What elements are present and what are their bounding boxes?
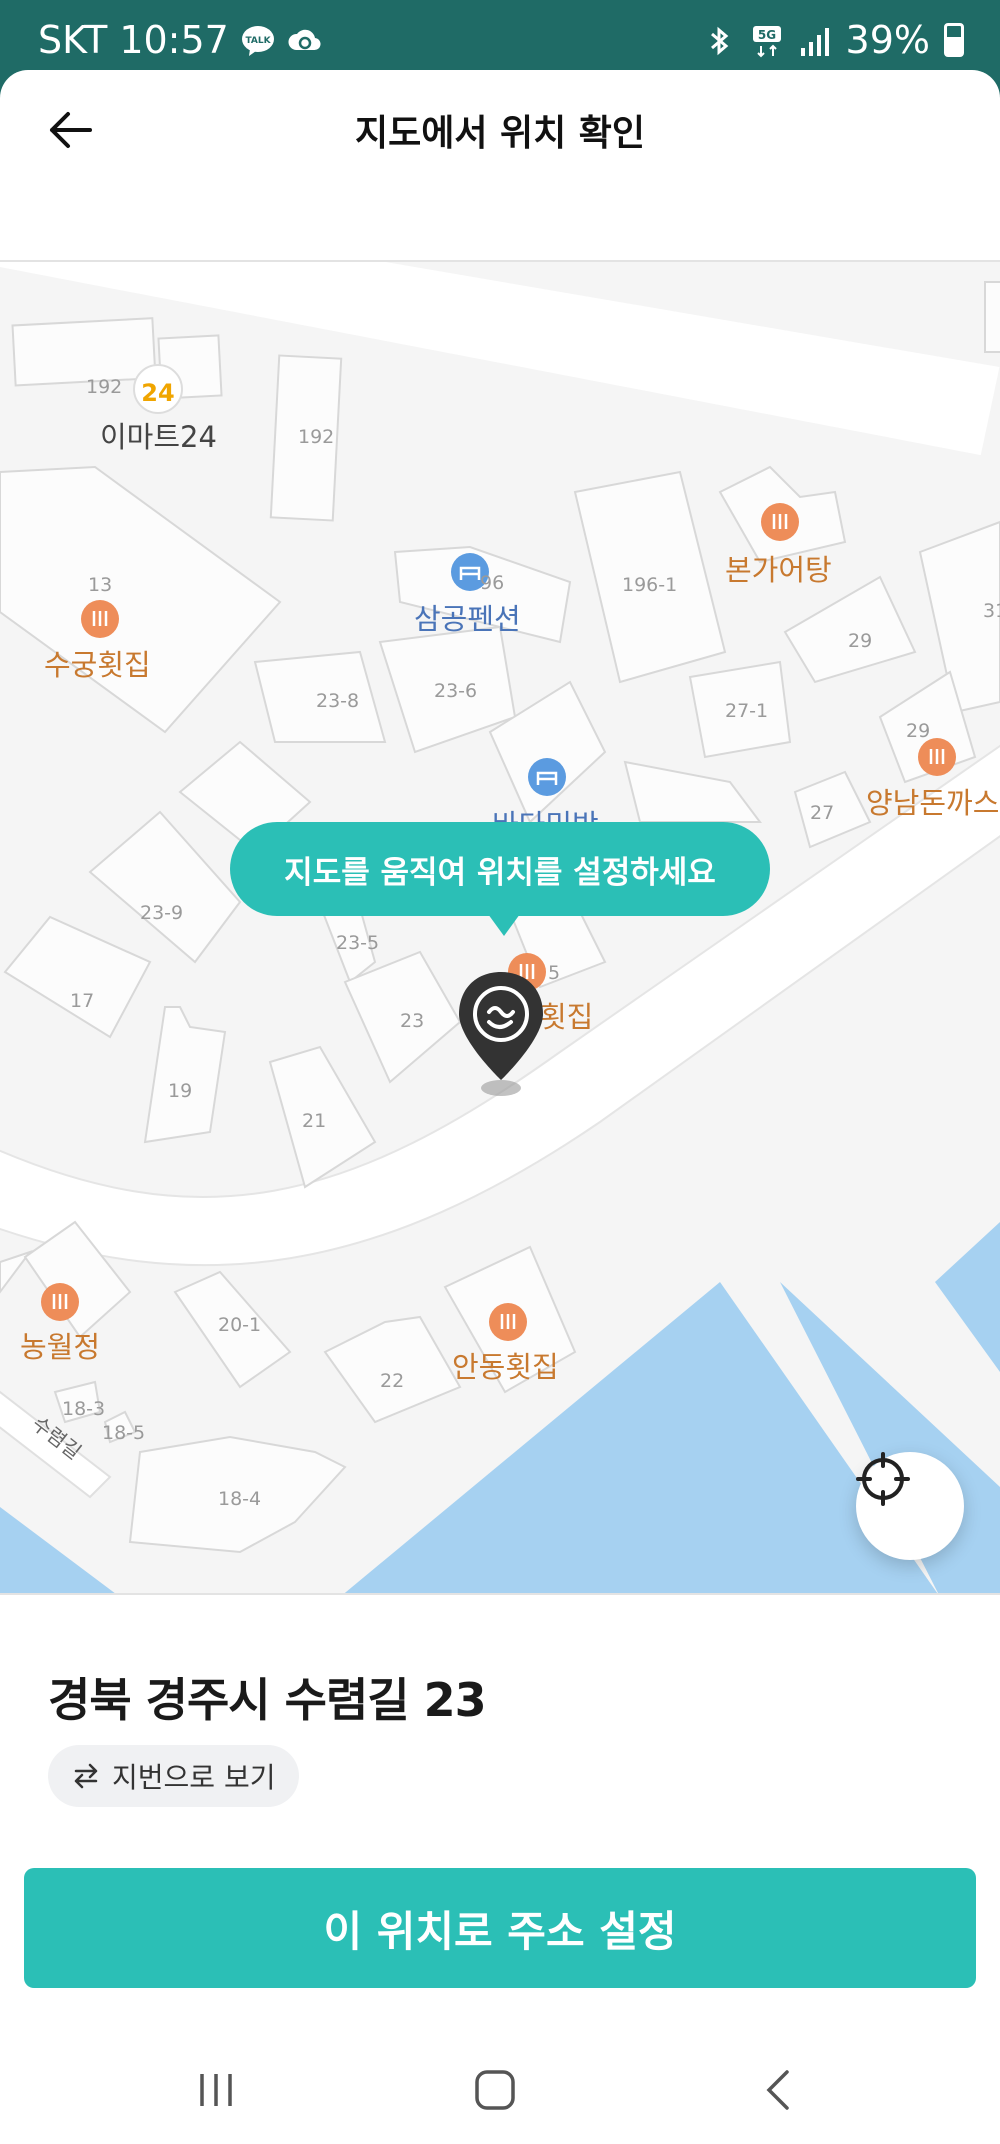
kakaotalk-icon: TALK: [241, 23, 275, 57]
building-number: 192: [298, 426, 335, 448]
cloud-sync-icon: [287, 23, 321, 57]
building-number: 17: [70, 990, 95, 1012]
bluetooth-icon: [702, 23, 736, 57]
building-number: 96: [480, 572, 505, 594]
poi-label[interactable]: 삼공펜션: [414, 596, 521, 638]
set-address-button[interactable]: 이 위치로 주소 설정: [24, 1868, 976, 1988]
building-number: 29: [906, 720, 931, 742]
talk-badge-text: TALK: [245, 36, 271, 46]
recent-apps-button[interactable]: [186, 2060, 246, 2120]
building-number: 18-4: [218, 1488, 262, 1510]
poi-label[interactable]: 농월정: [20, 1324, 100, 1366]
battery-percent: 39%: [845, 18, 930, 62]
building-number: 21: [302, 1110, 327, 1132]
emart24-logo: 24: [133, 364, 183, 414]
building-number: 23: [400, 1010, 425, 1032]
chevron-left-icon: [766, 2070, 789, 2110]
building-number: 27: [810, 802, 835, 824]
building-number: 13: [88, 574, 113, 596]
map-pin-icon: [459, 972, 543, 1096]
signal-icon: [798, 23, 832, 57]
building-number: 23-6: [434, 680, 478, 702]
building-number: 196-1: [622, 574, 678, 596]
building-number: 23-5: [336, 932, 380, 954]
poi-label[interactable]: 이마트24: [100, 414, 217, 456]
road-address: 경북 경주시 수렴길 23: [48, 1673, 487, 1727]
page-title: 지도에서 위치 확인: [354, 113, 646, 154]
poi-label[interactable]: 횟집: [540, 994, 593, 1036]
current-location-button[interactable]: [856, 1452, 964, 1560]
time-text: 10:57: [119, 18, 229, 62]
home-icon: [475, 2070, 515, 2110]
battery-icon: [944, 23, 964, 57]
building-number: 31: [983, 600, 1000, 622]
emart24-logo-text: 24: [141, 379, 174, 407]
5g-network-icon: 5G: [750, 23, 784, 58]
building-number: 5: [548, 962, 561, 984]
building-number: 29: [848, 630, 873, 652]
jibun-toggle-label: 지번으로 보기: [112, 1761, 276, 1794]
system-back-button[interactable]: [748, 2060, 808, 2120]
building-number: 18-3: [62, 1398, 106, 1420]
building-number: 27-1: [725, 700, 769, 722]
carrier-text: SKT: [38, 18, 108, 62]
poi-label[interactable]: 안동횟집: [452, 1344, 559, 1386]
swap-arrows-icon: [74, 1763, 98, 1789]
location-pin[interactable]: [455, 968, 547, 1098]
crosshair-icon: [856, 1452, 910, 1506]
poi-label[interactable]: 수궁횟집: [44, 642, 151, 684]
network-text: 5G: [757, 28, 775, 42]
building-number: 192: [86, 376, 123, 398]
recent-apps-icon: [200, 2074, 232, 2106]
map-instruction-tooltip: 지도를 움직여 위치를 설정하세요: [230, 822, 770, 936]
home-button[interactable]: [465, 2060, 525, 2120]
system-nav-bar: [0, 2030, 1000, 2144]
building-number: 20-1: [218, 1314, 262, 1336]
jibun-toggle-button[interactable]: 지번으로 보기: [48, 1745, 300, 1807]
map-view[interactable]: 24 이마트24 삼공펜션 본가어탕 수궁횟집 바다민박 양남돈까스: [0, 260, 1000, 1595]
building-number: 23-9: [140, 902, 184, 924]
building-number: 18-5: [102, 1422, 146, 1444]
poi-label[interactable]: 본가어탕: [725, 547, 832, 589]
building-number: 23-8: [316, 690, 360, 712]
building-number: 19: [168, 1080, 193, 1102]
poi-label[interactable]: 양남돈까스: [866, 780, 999, 822]
building-number: 22: [380, 1370, 405, 1392]
